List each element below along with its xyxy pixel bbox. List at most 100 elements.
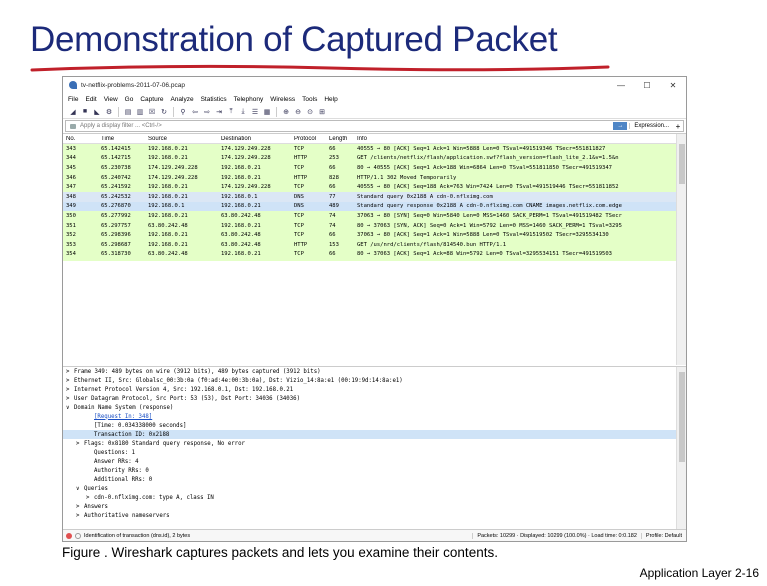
expand-arrow-icon[interactable]: > bbox=[76, 513, 84, 519]
packet-cell: 350 bbox=[66, 212, 76, 219]
detail-line[interactable]: > Internet Protocol Version 4, Src: 192.1… bbox=[63, 385, 686, 394]
expert-info-icon[interactable] bbox=[66, 532, 72, 539]
packet-row[interactable]: 352 65.298396 192.168.0.21 63.80.242.48 TCP 6… bbox=[63, 230, 686, 240]
detail-line[interactable]: > cdn-0.nflximg.com: type A, class IN bbox=[63, 493, 686, 502]
detail-line[interactable]: > Answers bbox=[63, 502, 686, 511]
detail-line[interactable]: > User Datagram Protocol, Src Port: 53 (5… bbox=[63, 394, 686, 403]
go-forward-icon[interactable]: ⇨ bbox=[202, 107, 212, 117]
stop-capture-icon[interactable]: ■ bbox=[80, 107, 90, 117]
go-to-packet-icon[interactable]: ⇥ bbox=[214, 107, 224, 117]
packet-cell: 192.168.0.21 bbox=[221, 203, 261, 210]
expand-arrow-icon[interactable]: > bbox=[66, 396, 74, 402]
minimize-button[interactable]: — bbox=[608, 81, 634, 90]
menu-go[interactable]: Go bbox=[125, 96, 134, 103]
menu-wireless[interactable]: Wireless bbox=[270, 96, 295, 103]
maximize-button[interactable]: ☐ bbox=[634, 81, 660, 90]
column-header-length[interactable]: Length bbox=[326, 136, 354, 142]
packet-row[interactable]: 343 65.142415 192.168.0.21 174.129.249.228 T… bbox=[63, 144, 686, 154]
packet-list-scrollbar[interactable] bbox=[676, 134, 686, 365]
detail-line[interactable]: Transaction ID: 0x2188 bbox=[63, 430, 686, 439]
menu-edit[interactable]: Edit bbox=[85, 96, 96, 103]
expand-arrow-icon[interactable]: > bbox=[66, 378, 74, 384]
capture-options-icon[interactable]: ⚙ bbox=[104, 107, 114, 117]
packet-details: > Frame 349: 489 bytes on wire (3912 bits… bbox=[63, 366, 686, 536]
menu-file[interactable]: File bbox=[68, 96, 78, 103]
autoscroll-icon[interactable]: ☰ bbox=[250, 107, 260, 117]
zoom-reset-icon[interactable]: ⊙ bbox=[305, 107, 315, 117]
menu-analyze[interactable]: Analyze bbox=[170, 96, 193, 103]
packet-row[interactable]: 344 65.142715 192.168.0.21 174.129.249.228 H… bbox=[63, 153, 686, 164]
add-filter-button[interactable]: + bbox=[673, 122, 683, 131]
detail-line[interactable]: > Flags: 0x8180 Standard query response, … bbox=[63, 439, 686, 448]
detail-line[interactable]: Answer RRs: 4 bbox=[63, 457, 686, 466]
detail-line[interactable]: ∨ Domain Name System (response) bbox=[63, 403, 686, 412]
capture-comment-icon[interactable] bbox=[75, 532, 81, 539]
go-back-icon[interactable]: ⇦ bbox=[190, 107, 200, 117]
packet-cell: 343 bbox=[66, 145, 76, 152]
detail-line[interactable]: Questions: 1 bbox=[63, 448, 686, 457]
status-profile[interactable]: Profile: Default bbox=[640, 532, 686, 539]
last-packet-icon[interactable]: ⤓ bbox=[238, 107, 248, 117]
packet-cell: 344 bbox=[66, 155, 76, 162]
menu-capture[interactable]: Capture bbox=[140, 96, 163, 103]
reload-icon[interactable]: ↻ bbox=[159, 107, 169, 117]
detail-text: Answer RRs: 4 bbox=[94, 458, 139, 465]
expand-arrow-icon[interactable]: > bbox=[76, 441, 84, 447]
menu-help[interactable]: Help bbox=[324, 96, 337, 103]
packet-row[interactable]: 351 65.297757 63.80.242.48 192.168.0.21 TCP 7… bbox=[63, 220, 686, 231]
packet-cell: 192.168.0.21 bbox=[221, 174, 261, 181]
packet-row[interactable]: 346 65.240742 174.129.249.228 192.168.0.21 H… bbox=[63, 172, 686, 183]
find-packet-icon[interactable]: ⚲ bbox=[178, 107, 188, 117]
expand-arrow-icon[interactable]: > bbox=[86, 495, 94, 501]
detail-text: Queries bbox=[84, 485, 108, 492]
expression-button[interactable]: Expression... bbox=[629, 123, 673, 129]
packet-cell: 828 bbox=[329, 174, 339, 181]
column-header-time[interactable]: Time bbox=[98, 136, 145, 142]
packet-row[interactable]: 345 65.230738 174.129.249.228 192.168.0.21 T… bbox=[63, 163, 686, 173]
detail-line[interactable]: Authority RRs: 0 bbox=[63, 466, 686, 475]
packet-cell: 192.168.0.21 bbox=[148, 193, 188, 200]
apply-filter-button[interactable]: → bbox=[613, 122, 628, 130]
zoom-out-icon[interactable]: ⊖ bbox=[293, 107, 303, 117]
expand-arrow-icon[interactable]: > bbox=[76, 504, 84, 510]
detail-text[interactable]: [Request In: 348] bbox=[94, 414, 152, 420]
detail-line[interactable]: > Authoritative nameservers bbox=[63, 511, 686, 520]
zoom-in-icon[interactable]: ⊕ bbox=[281, 107, 291, 117]
close-button[interactable]: ✕ bbox=[660, 81, 686, 90]
detail-line[interactable]: Additional RRs: 0 bbox=[63, 475, 686, 484]
packet-row[interactable]: 350 65.277992 192.168.0.21 63.80.242.48 TCP 7… bbox=[63, 211, 686, 221]
details-scrollbar[interactable] bbox=[676, 367, 686, 536]
menu-view[interactable]: View bbox=[104, 96, 118, 103]
first-packet-icon[interactable]: ⤒ bbox=[226, 107, 236, 117]
shark-fin-start-icon[interactable]: ◢ bbox=[68, 107, 78, 117]
menu-statistics[interactable]: Statistics bbox=[201, 96, 227, 103]
packet-row[interactable]: 353 65.298687 192.168.0.21 63.80.242.48 HTTP… bbox=[63, 239, 686, 250]
save-file-icon[interactable]: ▥ bbox=[135, 107, 145, 117]
detail-line[interactable]: [Time: 0.034338000 seconds] bbox=[63, 421, 686, 430]
expand-arrow-icon[interactable]: > bbox=[66, 387, 74, 393]
packet-row[interactable]: 354 65.318730 63.80.242.48 192.168.0.21 TCP 6… bbox=[63, 249, 686, 260]
open-file-icon[interactable]: ▤ bbox=[123, 107, 133, 117]
resize-columns-icon[interactable]: ⊞ bbox=[317, 107, 327, 117]
detail-line[interactable]: ∨ Queries bbox=[63, 484, 686, 493]
column-header-source[interactable]: Source bbox=[145, 136, 218, 142]
restart-capture-icon[interactable]: ◣ bbox=[92, 107, 102, 117]
expand-arrow-icon[interactable]: ∨ bbox=[66, 405, 74, 411]
expand-arrow-icon[interactable]: ∨ bbox=[76, 486, 84, 492]
expand-arrow-icon[interactable]: > bbox=[66, 369, 74, 375]
menu-tools[interactable]: Tools bbox=[302, 96, 317, 103]
detail-line[interactable]: [Request In: 348] bbox=[63, 412, 686, 421]
close-file-icon[interactable]: ☒ bbox=[147, 107, 157, 117]
packet-row[interactable]: 349 65.276870 192.168.0.1 192.168.0.21 DNS 48… bbox=[63, 201, 686, 212]
display-filter-input[interactable]: Apply a display filter ... <Ctrl-/> bbox=[66, 123, 613, 129]
detail-line[interactable]: > Frame 349: 489 bytes on wire (3912 bits… bbox=[63, 367, 686, 376]
column-header-no[interactable]: No. bbox=[63, 136, 98, 142]
column-header-destination[interactable]: Destination bbox=[218, 136, 291, 142]
column-header-protocol[interactable]: Protocol bbox=[291, 136, 326, 142]
packet-row[interactable]: 347 65.241592 192.168.0.21 174.129.249.228 T… bbox=[63, 182, 686, 192]
packet-row[interactable]: 348 65.242532 192.168.0.21 192.168.0.1 DNS 77… bbox=[63, 191, 686, 202]
detail-line[interactable]: > Ethernet II, Src: Globalsc_00:3b:0a (f0… bbox=[63, 376, 686, 385]
column-header-info[interactable]: Info bbox=[354, 136, 686, 142]
menu-telephony[interactable]: Telephony bbox=[234, 96, 264, 103]
colorize-icon[interactable]: ▦ bbox=[262, 107, 272, 117]
